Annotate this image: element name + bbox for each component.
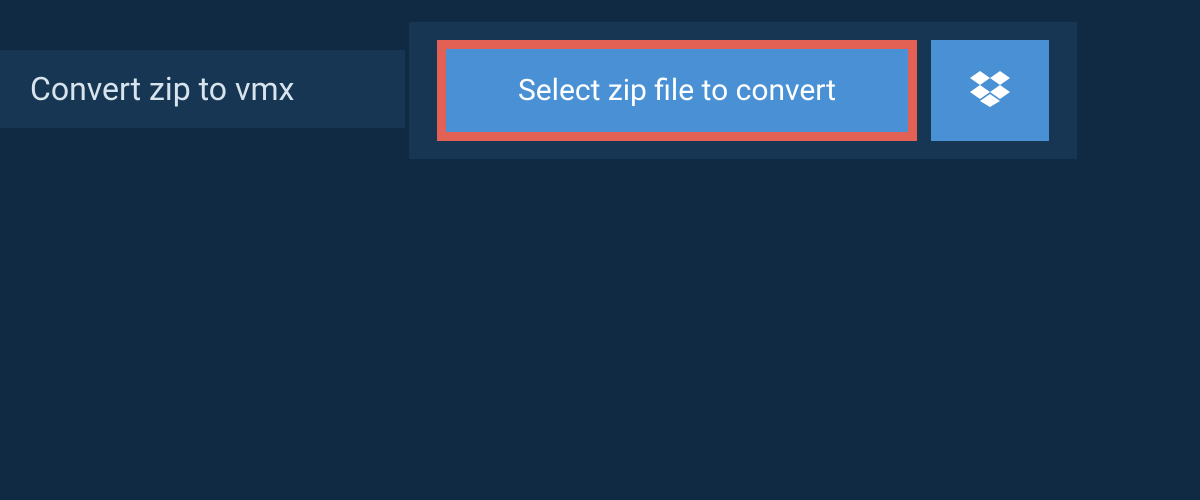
select-file-label: Select zip file to convert — [518, 73, 836, 108]
select-file-button[interactable]: Select zip file to convert — [437, 40, 917, 141]
dropbox-icon — [970, 71, 1010, 111]
dropbox-button[interactable] — [931, 40, 1049, 141]
header-tab: Convert zip to vmx — [0, 50, 405, 128]
action-panel: Select zip file to convert — [409, 22, 1077, 159]
page-title: Convert zip to vmx — [30, 70, 375, 108]
